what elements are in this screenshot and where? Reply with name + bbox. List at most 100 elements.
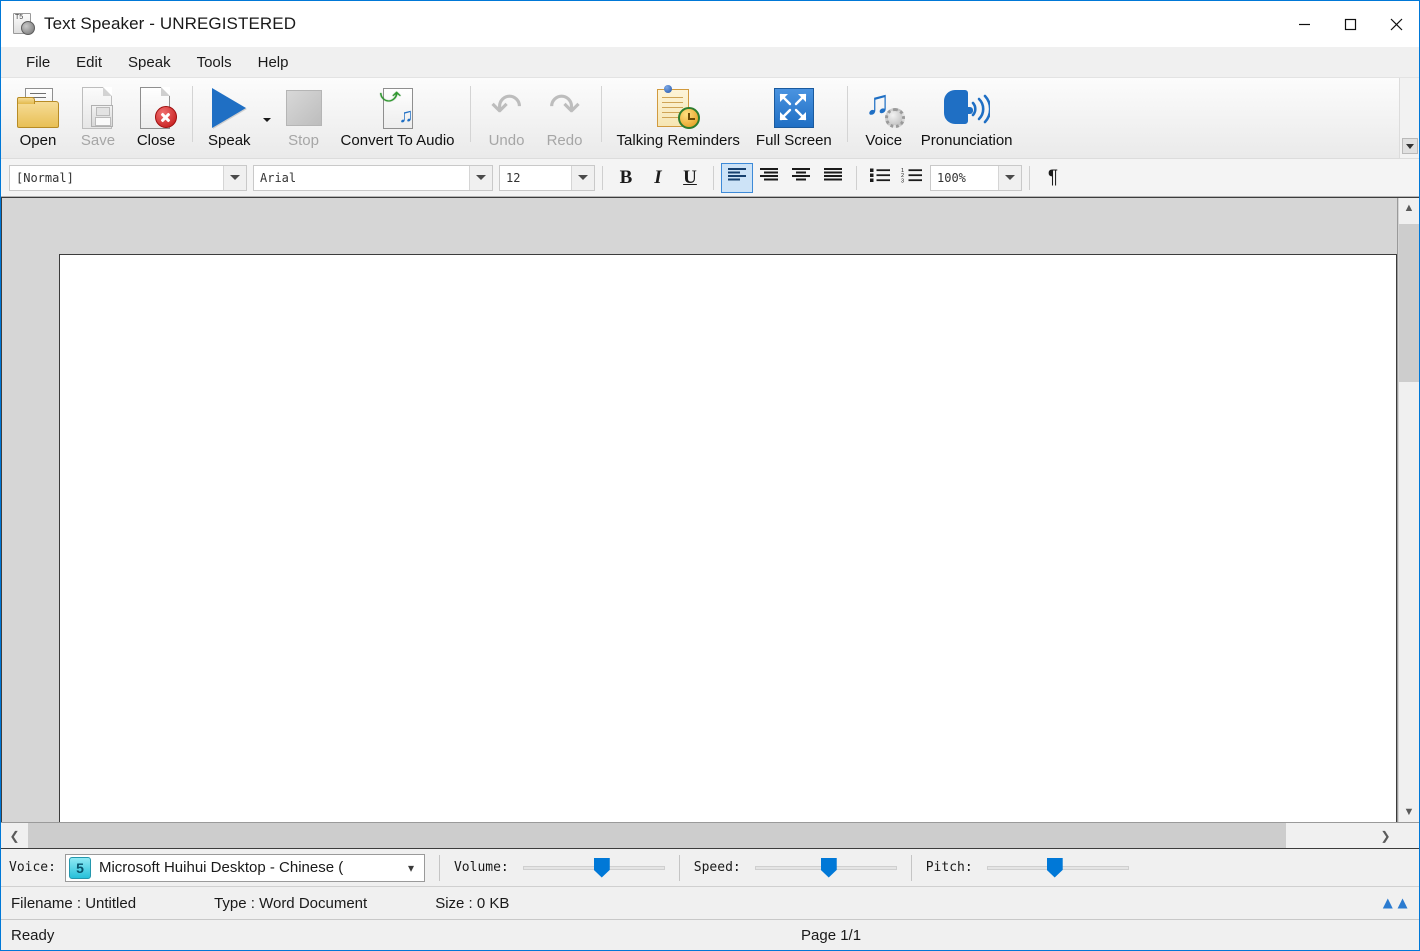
maximize-icon[interactable] bbox=[1327, 1, 1373, 47]
text-speaker-window: Text Speaker - UNREGISTERED File Edit Sp… bbox=[0, 0, 1420, 951]
toolbar-separator bbox=[192, 86, 193, 142]
align-justify-button[interactable] bbox=[817, 163, 849, 193]
volume-slider[interactable] bbox=[522, 857, 665, 879]
scroll-up-icon[interactable]: ▲ bbox=[1399, 198, 1419, 218]
voice-separator bbox=[438, 854, 440, 881]
speed-slider-thumb[interactable] bbox=[820, 857, 837, 878]
main-toolbar: Open Save Close Speak Stop ⤻ ♫ Convert T… bbox=[1, 77, 1419, 159]
title-bar: Text Speaker - UNREGISTERED bbox=[1, 1, 1419, 47]
toolbar-separator bbox=[600, 86, 602, 142]
pitch-control: Pitch: bbox=[926, 857, 1129, 879]
full-screen-icon bbox=[773, 88, 814, 128]
volume-slider-thumb[interactable] bbox=[593, 857, 610, 878]
file-info-bar: Filename : Untitled Type : Word Document… bbox=[1, 887, 1419, 920]
numbered-list-button[interactable]: 123 bbox=[896, 163, 928, 193]
speed-slider[interactable] bbox=[754, 857, 897, 879]
font-family-combo[interactable]: Arial bbox=[253, 164, 493, 191]
close-document-icon bbox=[135, 87, 177, 129]
format-toolbar: [Normal] Arial 12 B I U 1 2 3 100% ¶ bbox=[1, 159, 1419, 197]
window-title: Text Speaker - UNREGISTERED bbox=[44, 14, 297, 33]
align-left-icon bbox=[727, 167, 747, 189]
vertical-scrollbar[interactable]: ▲ ▼ bbox=[1398, 198, 1419, 822]
play-icon bbox=[212, 88, 247, 128]
redo-button-label: Redo bbox=[546, 132, 583, 149]
vertical-scroll-thumb[interactable] bbox=[1399, 224, 1419, 382]
menu-bar: File Edit Speak Tools Help bbox=[1, 47, 1419, 77]
font-size-combo[interactable]: 12 bbox=[499, 164, 595, 191]
scroll-left-icon[interactable]: ❮ bbox=[1, 823, 28, 848]
open-button[interactable]: Open bbox=[7, 78, 69, 156]
scroll-right-icon[interactable]: ❯ bbox=[1372, 823, 1399, 848]
chevron-down-icon[interactable] bbox=[998, 165, 1021, 190]
chevron-down-icon[interactable] bbox=[469, 165, 492, 190]
svg-text:3: 3 bbox=[901, 178, 904, 183]
horizontal-scroll-track[interactable] bbox=[28, 823, 1372, 848]
undo-button-label: Undo bbox=[488, 132, 525, 149]
zoom-combo[interactable]: 100% bbox=[930, 164, 1022, 191]
menu-speak[interactable]: Speak bbox=[115, 50, 184, 75]
menu-edit[interactable]: Edit bbox=[63, 50, 115, 75]
horizontal-scroll-thumb[interactable] bbox=[28, 823, 1286, 848]
speak-button-label: Speak bbox=[208, 132, 251, 149]
vertical-scroll-track[interactable] bbox=[1399, 218, 1419, 802]
paragraph-style-combo[interactable]: [Normal] bbox=[9, 164, 247, 191]
align-left-button[interactable] bbox=[721, 162, 753, 193]
bold-button[interactable]: B bbox=[610, 163, 642, 193]
convert-button-label: Convert To Audio bbox=[340, 132, 455, 149]
file-size-field: Size : 0 KB bbox=[435, 894, 510, 912]
voice-separator bbox=[678, 854, 680, 881]
horizontal-scrollbar[interactable]: ❮ ❯ bbox=[1, 822, 1419, 849]
underline-button[interactable]: U bbox=[674, 163, 706, 193]
voice-settings-icon: ♫ bbox=[863, 86, 905, 128]
collapse-up-icon[interactable]: ▲▲ bbox=[1379, 895, 1411, 912]
voice-button[interactable]: ♫ Voice bbox=[855, 78, 913, 156]
window-controls bbox=[1281, 1, 1419, 47]
talking-reminders-button[interactable]: Talking Reminders bbox=[609, 78, 748, 156]
full-screen-button[interactable]: Full Screen bbox=[748, 78, 840, 156]
align-center-button[interactable] bbox=[753, 163, 785, 193]
save-button[interactable]: Save bbox=[69, 78, 127, 156]
chevron-down-icon[interactable]: ▾ bbox=[398, 861, 424, 875]
close-document-button[interactable]: Close bbox=[127, 78, 185, 156]
toolbar-overflow-icon[interactable] bbox=[1399, 78, 1419, 158]
paragraph-mark-icon: ¶ bbox=[1047, 166, 1059, 188]
italic-button[interactable]: I bbox=[642, 163, 674, 193]
align-right-button[interactable] bbox=[785, 163, 817, 193]
document-area: ▲ ▼ bbox=[1, 197, 1419, 822]
show-paragraph-marks-button[interactable]: ¶ bbox=[1037, 163, 1069, 193]
undo-button[interactable]: ↶ Undo bbox=[478, 78, 536, 156]
voice-select[interactable]: 5 Microsoft Huihui Desktop - Chinese ( ▾ bbox=[64, 853, 425, 882]
toolbar-separator bbox=[469, 86, 471, 142]
pitch-slider-thumb[interactable] bbox=[1046, 857, 1063, 878]
pitch-slider[interactable] bbox=[986, 857, 1129, 879]
chevron-down-icon[interactable] bbox=[571, 165, 594, 190]
chevron-down-icon[interactable] bbox=[223, 165, 246, 190]
speed-label: Speed: bbox=[693, 860, 741, 875]
volume-label: Volume: bbox=[453, 860, 509, 875]
scroll-down-icon[interactable]: ▼ bbox=[1399, 802, 1419, 822]
menu-tools[interactable]: Tools bbox=[184, 50, 245, 75]
document-page[interactable] bbox=[59, 254, 1397, 822]
format-separator bbox=[1029, 165, 1030, 190]
convert-to-audio-button[interactable]: ⤻ ♫ Convert To Audio bbox=[333, 78, 463, 156]
speak-dropdown-arrow[interactable] bbox=[259, 78, 275, 156]
redo-arrow-icon: ↷ bbox=[548, 87, 581, 129]
page-indicator: Page 1/1 bbox=[801, 926, 862, 944]
speed-control: Speed: bbox=[694, 857, 897, 879]
align-justify-icon bbox=[823, 167, 843, 189]
stop-button[interactable]: Stop bbox=[275, 78, 333, 156]
minimize-icon[interactable] bbox=[1281, 1, 1327, 47]
talking-reminders-icon bbox=[655, 85, 701, 129]
close-icon[interactable] bbox=[1373, 1, 1419, 47]
speak-button[interactable]: Speak bbox=[200, 78, 259, 156]
menu-help[interactable]: Help bbox=[245, 50, 302, 75]
voice-badge-icon: 5 bbox=[68, 856, 91, 879]
format-separator bbox=[856, 165, 857, 190]
menu-file[interactable]: File bbox=[13, 50, 63, 75]
paragraph-style-value: [Normal] bbox=[16, 170, 74, 185]
document-canvas[interactable] bbox=[1, 198, 1398, 822]
bullet-list-button[interactable] bbox=[864, 163, 896, 193]
pronunciation-button[interactable]: Pronunciation bbox=[913, 78, 1021, 156]
bullet-list-icon bbox=[869, 167, 891, 189]
redo-button[interactable]: ↷ Redo bbox=[536, 78, 594, 156]
